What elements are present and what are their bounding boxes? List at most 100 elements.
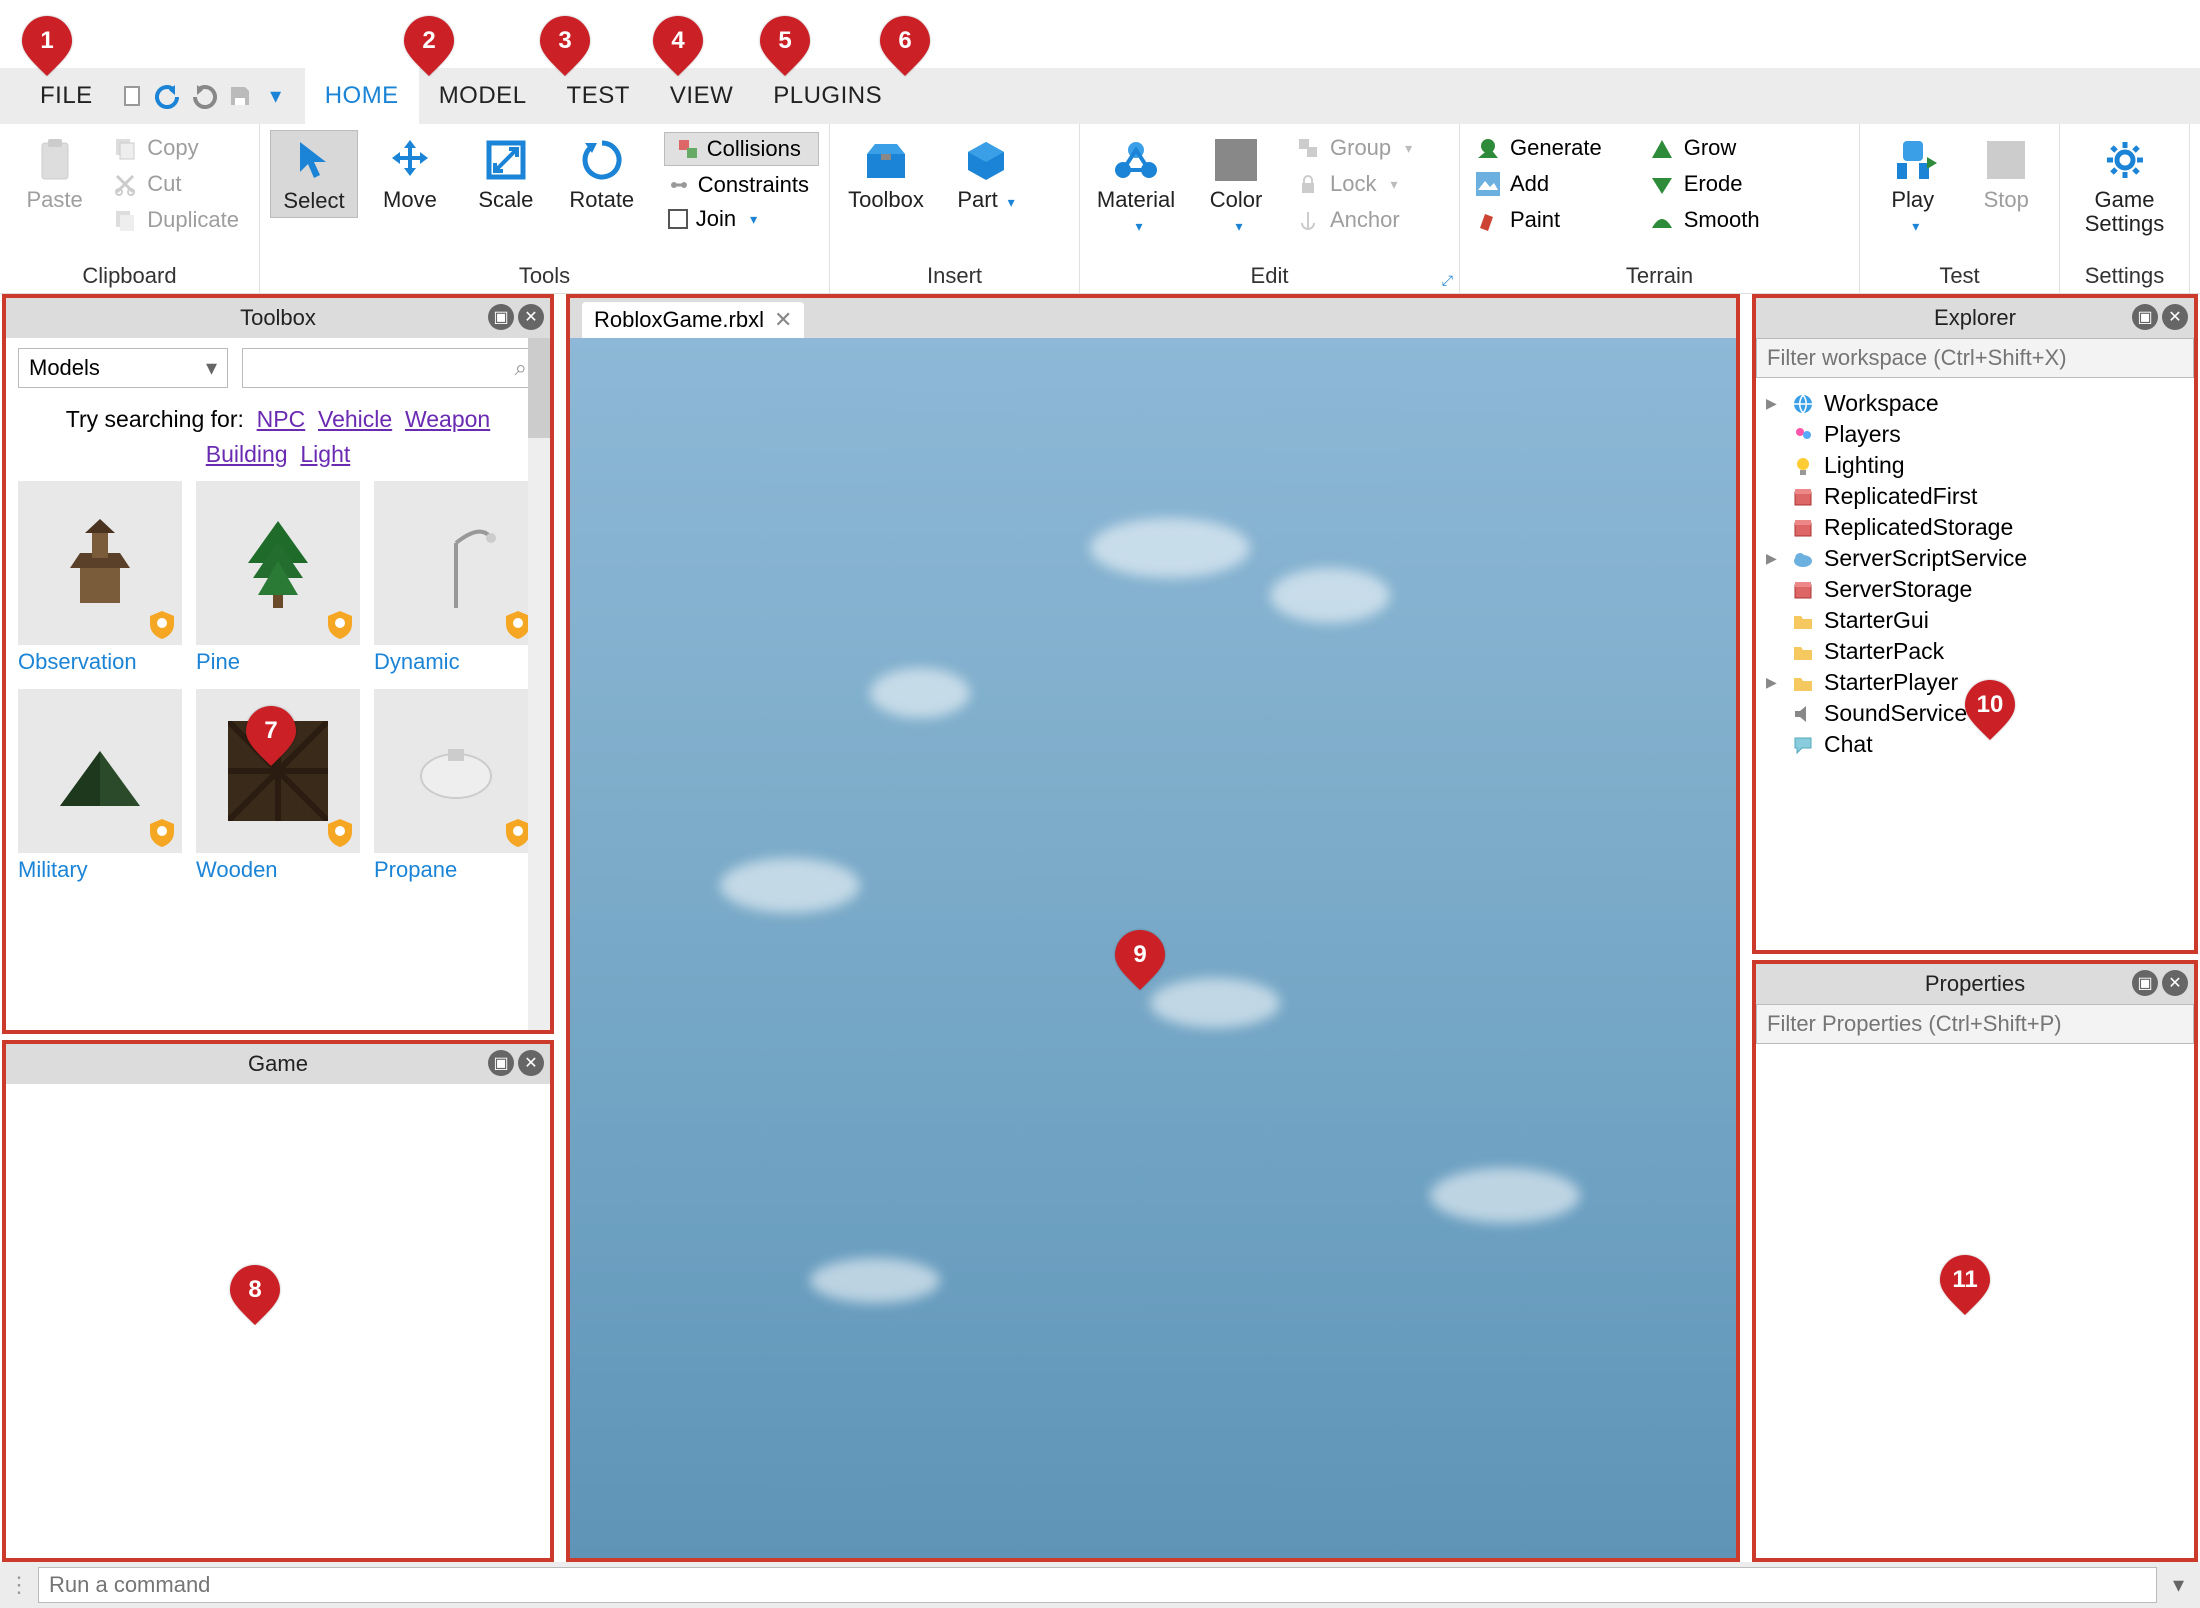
close-icon[interactable]: ✕ — [2162, 304, 2188, 330]
tree-item[interactable]: Lighting — [1762, 450, 2188, 481]
terrain-add-button[interactable]: Add — [1470, 168, 1612, 200]
suggestion-link[interactable]: Weapon — [405, 406, 490, 432]
tree-caret-icon[interactable]: ▶ — [1766, 550, 1782, 567]
tree-item[interactable]: ▶ServerScriptService — [1762, 543, 2188, 574]
toolbox-search-input[interactable]: ⌕ — [242, 348, 538, 388]
select-tool-button[interactable]: Select — [270, 130, 358, 218]
tab-label: RobloxGame.rbxl — [594, 307, 764, 333]
tree-item[interactable]: Players — [1762, 419, 2188, 450]
chevron-down-icon: ▾ — [1405, 140, 1412, 157]
tree-item[interactable]: ReplicatedFirst — [1762, 481, 2188, 512]
constraints-toggle[interactable]: Constraints — [664, 170, 819, 200]
save-icon[interactable] — [225, 81, 255, 111]
suggestion-link[interactable]: Vehicle — [318, 406, 392, 432]
toolbox-item-label: Pine — [196, 649, 360, 675]
duplicate-button[interactable]: Duplicate — [107, 204, 249, 236]
restore-icon[interactable]: ▣ — [488, 304, 514, 330]
menu-bar: FILE ▾ HOME MODEL TEST VIEW PLUGINS — [0, 68, 2200, 124]
callout-1: 1 — [22, 16, 72, 76]
close-icon[interactable]: ✕ — [2162, 970, 2188, 996]
game-panel-header[interactable]: Game ▣ ✕ — [6, 1044, 550, 1084]
command-grip-icon[interactable]: ⋮ — [8, 1572, 30, 1598]
undo-icon[interactable] — [153, 81, 183, 111]
dialog-launcher-icon[interactable]: ⤢ — [1442, 272, 1453, 289]
restore-icon[interactable]: ▣ — [488, 1050, 514, 1076]
toolbox-panel-header[interactable]: Toolbox ▣ ✕ — [6, 298, 550, 338]
properties-panel-header[interactable]: Properties ▣✕ — [1756, 964, 2194, 1004]
terrain-paint-button[interactable]: Paint — [1470, 204, 1612, 236]
suggestion-link[interactable]: Light — [300, 441, 350, 467]
menu-home[interactable]: HOME — [305, 68, 419, 124]
terrain-generate-button[interactable]: Generate — [1470, 132, 1612, 164]
toolbox-thumbnail — [18, 481, 182, 645]
tree-item[interactable]: StarterPack — [1762, 636, 2188, 667]
ribbon-group-label: Edit — [1090, 263, 1449, 289]
qa-chevron-icon[interactable]: ▾ — [261, 81, 291, 111]
globe-icon — [1790, 391, 1816, 417]
suggestion-link[interactable]: Building — [206, 441, 288, 467]
material-button[interactable]: Material▾ — [1090, 130, 1182, 240]
paste-button[interactable]: Paste — [10, 130, 99, 216]
close-icon[interactable]: ✕ — [518, 304, 544, 330]
tree-item[interactable]: ServerStorage — [1762, 574, 2188, 605]
tree-item[interactable]: ▶ Workspace — [1762, 388, 2188, 419]
explorer-filter-input[interactable] — [1756, 338, 2194, 378]
menu-model[interactable]: MODEL — [419, 68, 547, 124]
properties-filter-input[interactable] — [1756, 1004, 2194, 1044]
game-settings-button[interactable]: Game Settings — [2070, 130, 2179, 240]
scrollbar-thumb[interactable] — [528, 338, 550, 438]
terrain-smooth-button[interactable]: Smooth — [1644, 204, 1770, 236]
toolbox-item[interactable]: Pine — [196, 481, 360, 675]
command-input[interactable] — [38, 1567, 2157, 1603]
group-button[interactable]: Group▾ — [1290, 132, 1422, 164]
close-icon[interactable]: ✕ — [774, 307, 792, 333]
tree-item-label: ServerStorage — [1824, 576, 1972, 603]
rotate-tool-button[interactable]: Rotate — [558, 130, 646, 216]
tree-caret-icon[interactable]: ▶ — [1766, 395, 1782, 412]
collisions-toggle[interactable]: Collisions — [664, 132, 819, 166]
move-tool-button[interactable]: Move — [366, 130, 454, 216]
document-tab[interactable]: RobloxGame.rbxl ✕ — [582, 302, 804, 338]
terrain-grow-button[interactable]: Grow — [1644, 132, 1770, 164]
explorer-panel-header[interactable]: Explorer ▣✕ — [1756, 298, 2194, 338]
stop-button[interactable]: Stop — [1964, 130, 2050, 216]
restore-icon[interactable]: ▣ — [2132, 304, 2158, 330]
menu-file[interactable]: FILE — [20, 68, 113, 124]
terrain-erode-button[interactable]: Erode — [1644, 168, 1770, 200]
toolbox-item[interactable]: Propane — [374, 689, 538, 883]
join-dropdown[interactable]: Join▾ — [664, 204, 819, 234]
menu-test[interactable]: TEST — [547, 68, 650, 124]
new-file-icon[interactable] — [117, 81, 147, 111]
menu-plugins[interactable]: PLUGINS — [753, 68, 902, 124]
tree-caret-icon[interactable]: ▶ — [1766, 674, 1782, 691]
toolbox-item[interactable]: Military — [18, 689, 182, 883]
tree-item-label: ReplicatedStorage — [1824, 514, 2013, 541]
toolbox-item[interactable]: Dynamic — [374, 481, 538, 675]
close-icon[interactable]: ✕ — [518, 1050, 544, 1076]
toolbox-item[interactable]: Observation — [18, 481, 182, 675]
redo-icon[interactable] — [189, 81, 219, 111]
toolbox-scrollbar[interactable] — [528, 338, 550, 1030]
suggestion-link[interactable]: NPC — [257, 406, 306, 432]
menu-view[interactable]: VIEW — [650, 68, 753, 124]
cut-button[interactable]: Cut — [107, 168, 249, 200]
copy-button[interactable]: Copy — [107, 132, 249, 164]
chevron-down-icon[interactable]: ▾ — [2165, 1572, 2192, 1598]
tree-item-label: ReplicatedFirst — [1824, 483, 1977, 510]
toolbox-button[interactable]: Toolbox — [840, 130, 932, 216]
tree-item[interactable]: StarterGui — [1762, 605, 2188, 636]
restore-icon[interactable]: ▣ — [2132, 970, 2158, 996]
tree-item-label: Workspace — [1824, 390, 1939, 417]
tree-item[interactable]: ReplicatedStorage — [1762, 512, 2188, 543]
color-button[interactable]: Color▾ — [1190, 130, 1282, 240]
callout-2: 2 — [404, 16, 454, 76]
part-button[interactable]: Part ▾ — [940, 130, 1032, 216]
panel-title: Explorer — [1934, 305, 2016, 331]
scale-tool-button[interactable]: Scale — [462, 130, 550, 216]
play-button[interactable]: Play▾ — [1870, 130, 1956, 240]
toolbox-category-select[interactable]: Models▾ — [18, 348, 228, 388]
toolbox-thumbnail — [374, 481, 538, 645]
anchor-button[interactable]: Anchor — [1290, 204, 1422, 236]
chevron-down-icon: ▾ — [1004, 194, 1015, 210]
lock-button[interactable]: Lock▾ — [1290, 168, 1422, 200]
